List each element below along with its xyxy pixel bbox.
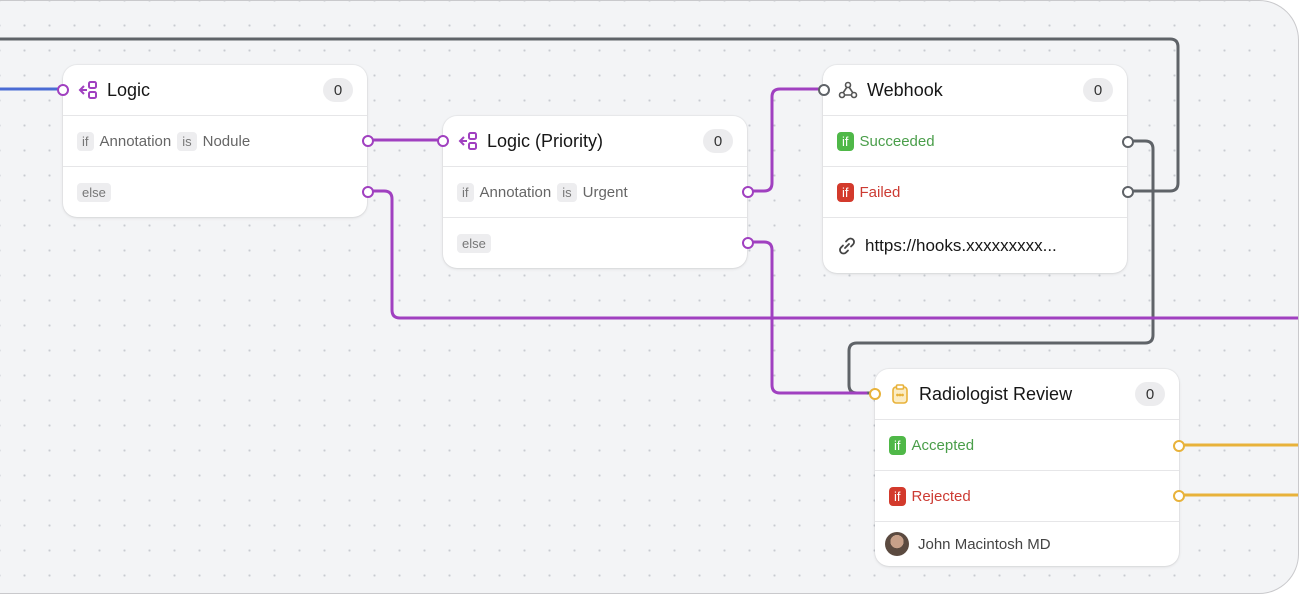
if-chip: if: [889, 435, 906, 455]
operator-chip: is: [177, 131, 197, 151]
webhook-url: https://hooks.xxxxxxxxx...: [865, 235, 1057, 255]
condition-field: Annotation: [479, 183, 552, 201]
wire-priority-if: [750, 87, 820, 193]
if-chip: if: [457, 182, 474, 202]
condition-value: Urgent: [582, 183, 628, 201]
else-chip: else: [457, 233, 491, 253]
branch-icon: [457, 130, 479, 152]
webhook-icon: [837, 79, 859, 101]
clipboard-icon: [889, 383, 911, 405]
webhook-failed-port[interactable]: [1122, 186, 1134, 198]
rejected-row[interactable]: if Rejected: [875, 471, 1179, 522]
else-row[interactable]: else: [443, 218, 747, 268]
else-row[interactable]: else: [63, 167, 367, 217]
logic-node[interactable]: Logic 0 if Annotation is Nodule else: [63, 65, 367, 217]
if-chip: if: [77, 131, 94, 151]
failed-row[interactable]: if Failed: [823, 167, 1127, 218]
priority-else-output-port[interactable]: [742, 237, 754, 249]
count-badge: 0: [1135, 382, 1165, 406]
priority-input-port[interactable]: [437, 135, 449, 147]
review-rejected-port[interactable]: [1173, 490, 1185, 502]
node-title: Webhook: [867, 79, 943, 100]
condition-field: Annotation: [99, 132, 172, 150]
avatar: [885, 532, 909, 556]
logic-input-port[interactable]: [57, 84, 69, 96]
workflow-canvas[interactable]: Logic 0 if Annotation is Nodule else Log…: [0, 0, 1299, 594]
count-badge: 0: [1083, 78, 1113, 102]
if-chip: if: [889, 486, 906, 506]
outcome-label: Failed: [859, 183, 901, 201]
review-accepted-port[interactable]: [1173, 440, 1185, 452]
priority-if-output-port[interactable]: [742, 186, 754, 198]
link-icon: [837, 236, 857, 256]
node-title: Logic (Priority): [487, 130, 604, 151]
if-chip: if: [837, 182, 854, 202]
count-badge: 0: [703, 129, 733, 153]
assignee-name: John Macintosh MD: [918, 535, 1051, 553]
logic-else-output-port[interactable]: [362, 186, 374, 198]
succeeded-row[interactable]: if Succeeded: [823, 116, 1127, 167]
webhook-node-header[interactable]: Webhook 0: [823, 65, 1127, 116]
outcome-label: Rejected: [911, 487, 971, 505]
logic-if-output-port[interactable]: [362, 135, 374, 147]
condition-row[interactable]: if Annotation is Nodule: [63, 116, 367, 167]
radiologist-review-node[interactable]: Radiologist Review 0 if Accepted if Reje…: [875, 369, 1179, 566]
outcome-label: Accepted: [911, 436, 975, 454]
webhook-input-port[interactable]: [818, 84, 830, 96]
review-node-header[interactable]: Radiologist Review 0: [875, 369, 1179, 420]
review-input-port[interactable]: [869, 388, 881, 400]
node-title: Radiologist Review: [919, 383, 1073, 404]
outcome-label: Succeeded: [859, 132, 935, 150]
branch-icon: [77, 79, 99, 101]
operator-chip: is: [557, 182, 577, 202]
condition-row[interactable]: if Annotation is Urgent: [443, 167, 747, 218]
logic-node-header[interactable]: Logic 0: [63, 65, 367, 116]
if-chip: if: [837, 131, 854, 151]
accepted-row[interactable]: if Accepted: [875, 420, 1179, 471]
url-row[interactable]: https://hooks.xxxxxxxxx...: [823, 218, 1127, 273]
node-title: Logic: [107, 79, 151, 100]
count-badge: 0: [323, 78, 353, 102]
logic-priority-node-header[interactable]: Logic (Priority) 0: [443, 116, 747, 167]
logic-priority-node[interactable]: Logic (Priority) 0 if Annotation is Urge…: [443, 116, 747, 268]
webhook-succeeded-port[interactable]: [1122, 136, 1134, 148]
webhook-node[interactable]: Webhook 0 if Succeeded if Failed https:/…: [823, 65, 1127, 273]
else-chip: else: [77, 182, 111, 202]
condition-value: Nodule: [202, 132, 251, 150]
assignee-row[interactable]: John Macintosh MD: [875, 522, 1179, 566]
